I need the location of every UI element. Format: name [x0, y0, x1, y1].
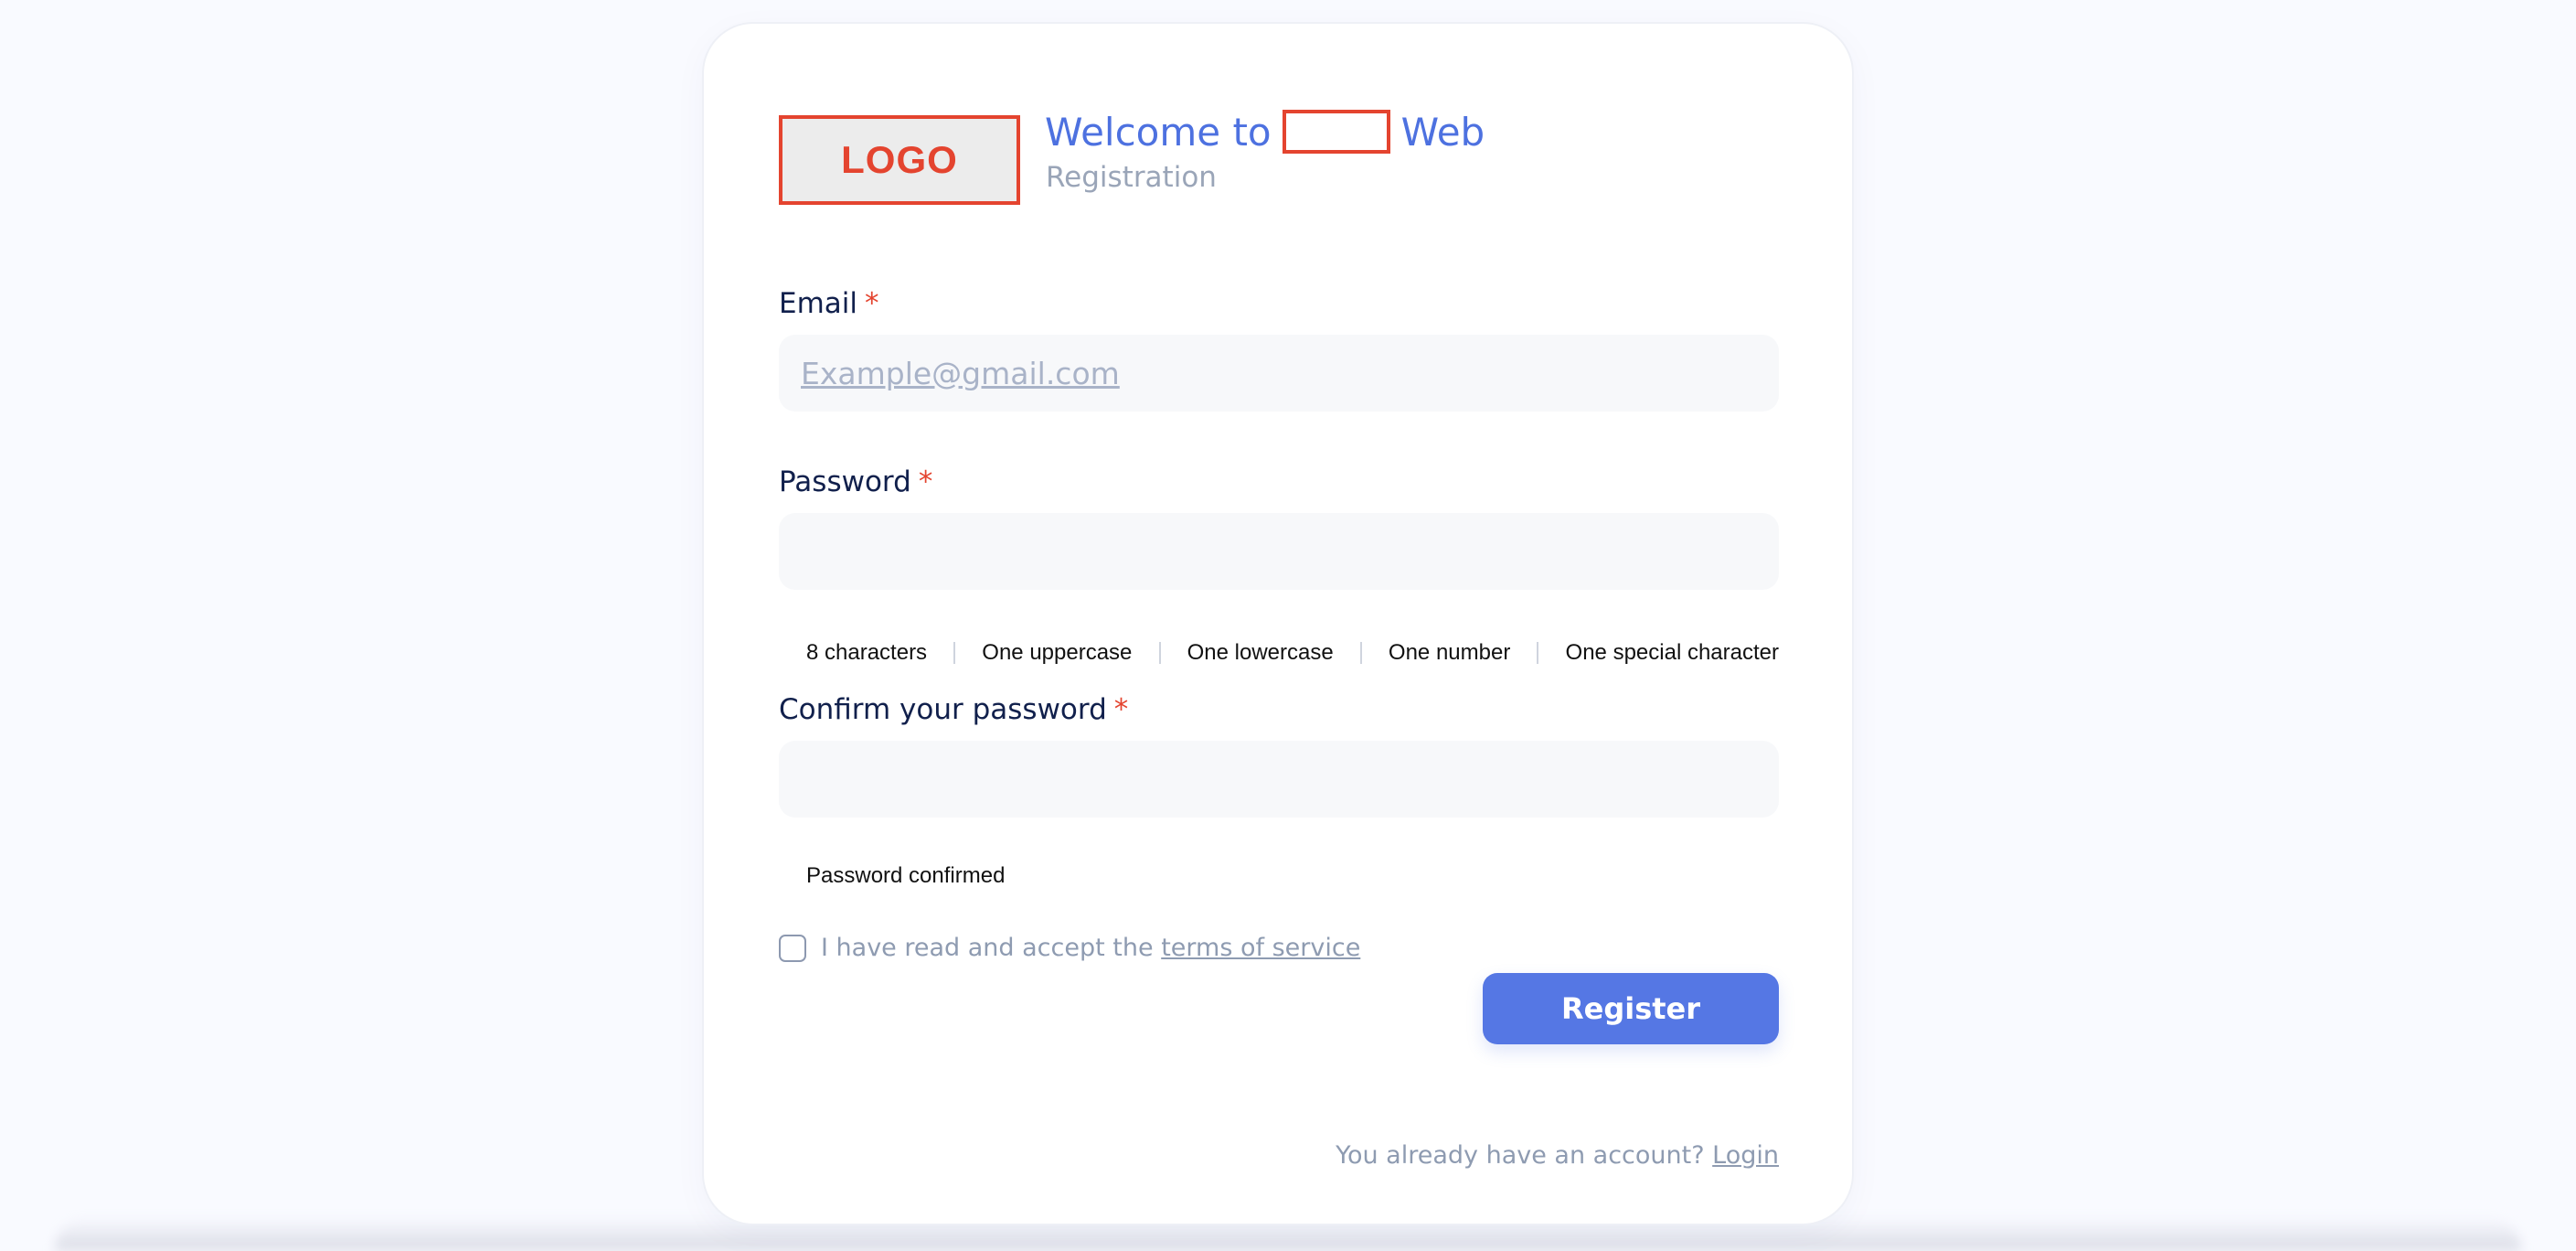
page-subtitle: Registration	[1046, 161, 1217, 194]
logo: LOGO	[779, 115, 1020, 205]
welcome-title: Welcome to Web	[1045, 104, 1485, 159]
register-button[interactable]: Register	[1483, 973, 1779, 1044]
password-confirmed-status: Password confirmed	[806, 863, 1006, 888]
required-asterisk: *	[918, 465, 933, 498]
terms-of-service-link[interactable]: terms of service	[1161, 934, 1360, 962]
requirement-uppercase: One uppercase	[982, 640, 1133, 665]
confirm-password-field[interactable]	[779, 741, 1779, 818]
requirement-special-character: One special character	[1565, 640, 1779, 665]
confirm-password-label: Confirm your password *	[779, 693, 1128, 726]
terms-checkbox[interactable]	[779, 935, 806, 962]
requirement-divider	[1158, 642, 1161, 664]
welcome-prefix: Welcome to	[1045, 109, 1272, 155]
password-label-text: Password	[779, 465, 911, 498]
confirm-password-label-text: Confirm your password	[779, 693, 1107, 726]
email-label-text: Email	[779, 287, 858, 320]
requirement-length: 8 characters	[806, 640, 928, 665]
redacted-app-name	[1282, 110, 1390, 154]
email-label: Email *	[779, 287, 879, 320]
requirement-number: One number	[1388, 640, 1511, 665]
login-prompt: You already have an account? Login	[1336, 1141, 1779, 1170]
terms-label: I have read and accept the terms of serv…	[821, 934, 1360, 962]
requirement-lowercase: One lowercase	[1187, 640, 1334, 665]
required-asterisk: *	[865, 287, 879, 320]
required-asterisk: *	[1113, 693, 1129, 726]
email-field[interactable]	[779, 335, 1779, 412]
requirement-divider	[1359, 642, 1362, 664]
requirement-divider	[1537, 642, 1539, 664]
welcome-suffix: Web	[1400, 109, 1485, 155]
login-prompt-text: You already have an account?	[1336, 1141, 1705, 1170]
password-field[interactable]	[779, 513, 1779, 590]
password-requirements: 8 characters One uppercase One lowercase…	[779, 635, 1779, 671]
login-link[interactable]: Login	[1712, 1141, 1779, 1170]
registration-card: LOGO Welcome to Web Registration Email * …	[704, 24, 1852, 1224]
password-label: Password *	[779, 465, 932, 498]
terms-text: I have read and accept the	[821, 934, 1154, 962]
requirement-divider	[953, 642, 956, 664]
logo-text: LOGO	[841, 138, 958, 181]
